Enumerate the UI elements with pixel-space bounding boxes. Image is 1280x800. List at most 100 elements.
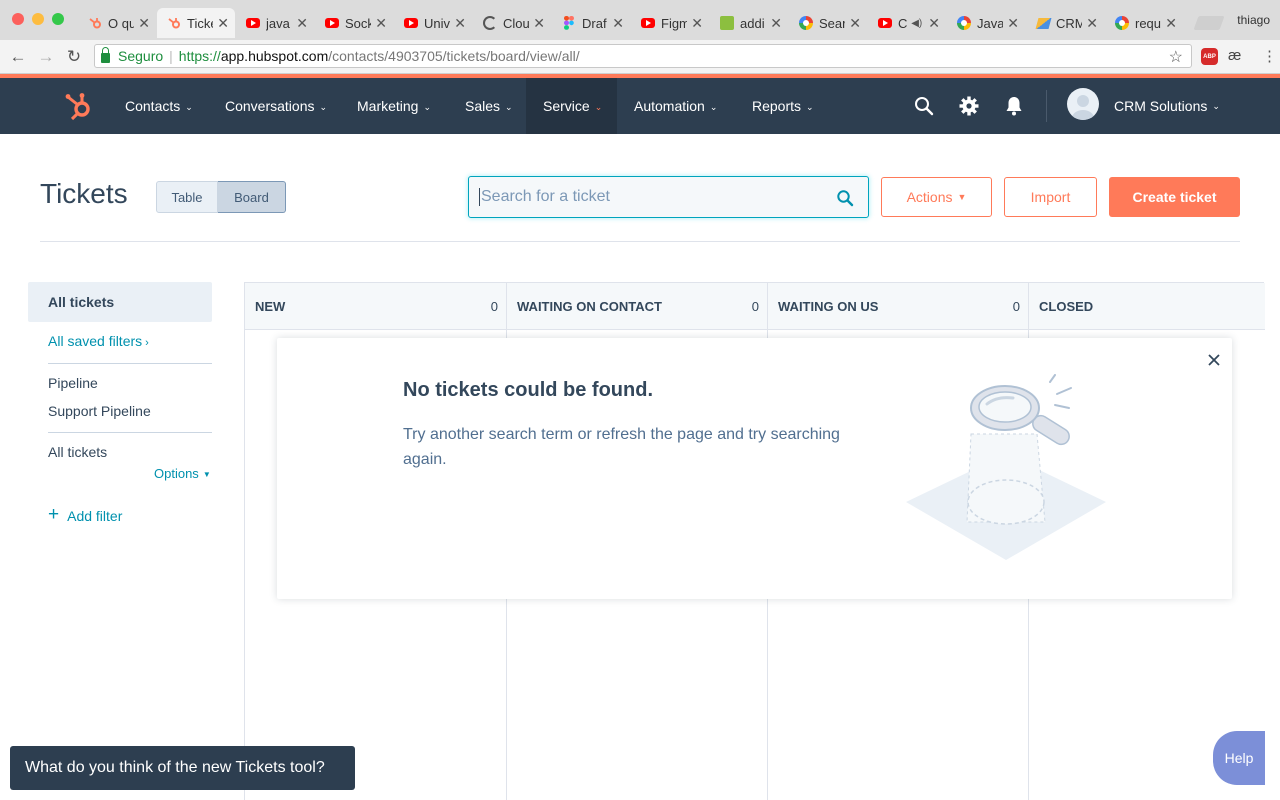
browser-tab-title: requ [1135,15,1162,31]
browser-tab[interactable]: Java ✕ [947,8,1025,38]
nav-service[interactable]: Service ⌄ [526,78,617,134]
browser-tab[interactable]: Draf ✕ [552,8,630,38]
ae-extension-icon[interactable]: æ [1228,47,1241,64]
browser-tab-title: Sock [345,15,372,31]
hubspot-logo-icon[interactable] [64,91,94,121]
close-tab-icon[interactable]: ✕ [138,15,150,32]
close-tab-icon[interactable]: ✕ [849,15,861,32]
create-ticket-button[interactable]: Create ticket [1109,177,1240,217]
browser-tab[interactable]: java ✕ [236,8,314,38]
search-icon[interactable] [912,94,936,118]
close-tab-icon[interactable]: ✕ [1165,15,1177,32]
browser-tab[interactable]: O qu ✕ [78,8,156,38]
avatar[interactable] [1067,88,1099,120]
nav-label: Automation [634,98,705,114]
browser-tab[interactable]: Sear ✕ [789,8,867,38]
view-name: All tickets [48,444,108,460]
new-tab-button[interactable] [1193,16,1225,30]
browser-tab-title: CRM [1056,15,1083,31]
adblock-extension-icon[interactable]: ABP [1201,48,1218,65]
feedback-prompt[interactable]: What do you think of the new Tickets too… [10,746,355,790]
browser-tab-active[interactable]: Ticke ✕ [157,8,235,38]
browser-tab[interactable]: addi ✕ [710,8,788,38]
reload-icon[interactable]: ↻ [64,47,84,67]
help-button[interactable]: Help [1213,731,1265,785]
close-tab-icon[interactable]: ✕ [533,15,545,32]
figma-icon [562,16,576,30]
browser-profile[interactable]: thiago [1237,13,1270,27]
browser-tab[interactable]: Figm ✕ [631,8,709,38]
nav-marketing[interactable]: Marketing ⌄ [357,78,431,134]
actions-button[interactable]: Actions ▼ [881,177,992,217]
search-input[interactable] [479,188,819,206]
board-column-header: NEW 0 [245,283,506,330]
account-menu[interactable]: CRM Solutions ⌄ [1114,78,1220,134]
close-tab-icon[interactable]: ✕ [1086,15,1098,32]
import-label: Import [1030,189,1071,205]
chevron-down-icon: ⌄ [319,101,328,112]
browser-tab[interactable]: Univ ✕ [394,8,472,38]
close-tab-icon[interactable]: ✕ [928,15,940,32]
nav-conversations[interactable]: Conversations ⌄ [225,78,327,134]
close-tab-icon[interactable]: ✕ [454,15,466,32]
bell-icon[interactable] [1002,94,1026,118]
nav-contacts[interactable]: Contacts ⌄ [125,78,193,134]
google-web-icon [799,16,813,30]
nav-reports[interactable]: Reports ⌄ [752,78,814,134]
sidebar-item-all-tickets[interactable]: All tickets [28,282,212,322]
search-icon[interactable] [836,189,854,207]
sidebar-divider [48,432,212,433]
close-tab-icon[interactable]: ✕ [770,15,782,32]
caret-down-icon: ▼ [957,192,967,202]
plus-icon: + [48,504,60,525]
close-tab-icon[interactable]: ✕ [296,15,308,32]
minimize-window-button[interactable] [32,13,44,25]
url-path: /contacts/4903705/tickets/board/view/all… [328,48,580,64]
browser-tab-title: Clou [503,15,530,31]
column-name: WAITING ON CONTACT [517,298,662,314]
browser-tab[interactable]: CRM ✕ [1026,8,1104,38]
forward-arrow-icon[interactable]: → [36,47,56,67]
address-bar[interactable]: Seguro | https://app.hubspot.com/contact… [94,44,1192,68]
browser-tab[interactable]: requ ✕ [1105,8,1183,38]
browser-menu-icon[interactable]: ⋮ [1262,47,1277,65]
browser-tab[interactable]: Sock ✕ [315,8,393,38]
browser-tab[interactable]: Clou ✕ [473,8,551,38]
actions-label: Actions [906,189,953,205]
import-button[interactable]: Import [1004,177,1097,217]
close-tab-icon[interactable]: ✕ [375,15,387,32]
close-tab-icon[interactable]: ✕ [217,15,229,32]
close-window-button[interactable] [12,13,24,25]
table-view-button[interactable]: Table [156,181,218,213]
saved-filters-link[interactable]: All saved filters › [48,333,149,349]
back-arrow-icon[interactable]: ← [8,47,28,67]
close-tab-icon[interactable]: ✕ [612,15,624,32]
add-filter-button[interactable]: + Add filter [48,504,122,527]
nav-sales[interactable]: Sales ⌄ [465,78,513,134]
url-host: app.hubspot.com [220,48,329,64]
speaker-icon[interactable]: ◀) [911,18,922,29]
page-title: Tickets [40,178,128,209]
hubspot-icon [88,16,102,30]
browser-tab-title: Java [977,15,1004,31]
gear-icon[interactable] [957,94,981,118]
maximize-window-button[interactable] [52,13,64,25]
browser-tab[interactable]: C ◀) ✕ [868,8,946,38]
browser-toolbar: ← → ↻ Seguro | https://app.hubspot.com/c… [0,40,1280,74]
youtube-icon [404,16,418,30]
bookmark-star-icon[interactable]: ☆ [1169,47,1183,67]
youtube-icon [246,16,260,30]
nav-automation[interactable]: Automation ⌄ [634,78,717,134]
close-tab-icon[interactable]: ✕ [1007,15,1019,32]
lock-icon [101,47,110,63]
options-dropdown[interactable]: Options ▼ [154,466,211,481]
google-web-icon [957,16,971,30]
board-view-button[interactable]: Board [218,181,286,213]
nav-divider [1046,90,1047,122]
close-icon[interactable] [1206,352,1222,368]
nav-label: Contacts [125,98,181,114]
pipeline-select[interactable]: Support Pipeline [48,403,151,419]
board-column-header: WAITING ON US 0 [768,283,1028,330]
close-tab-icon[interactable]: ✕ [691,15,703,32]
secure-label: Seguro [118,48,164,64]
